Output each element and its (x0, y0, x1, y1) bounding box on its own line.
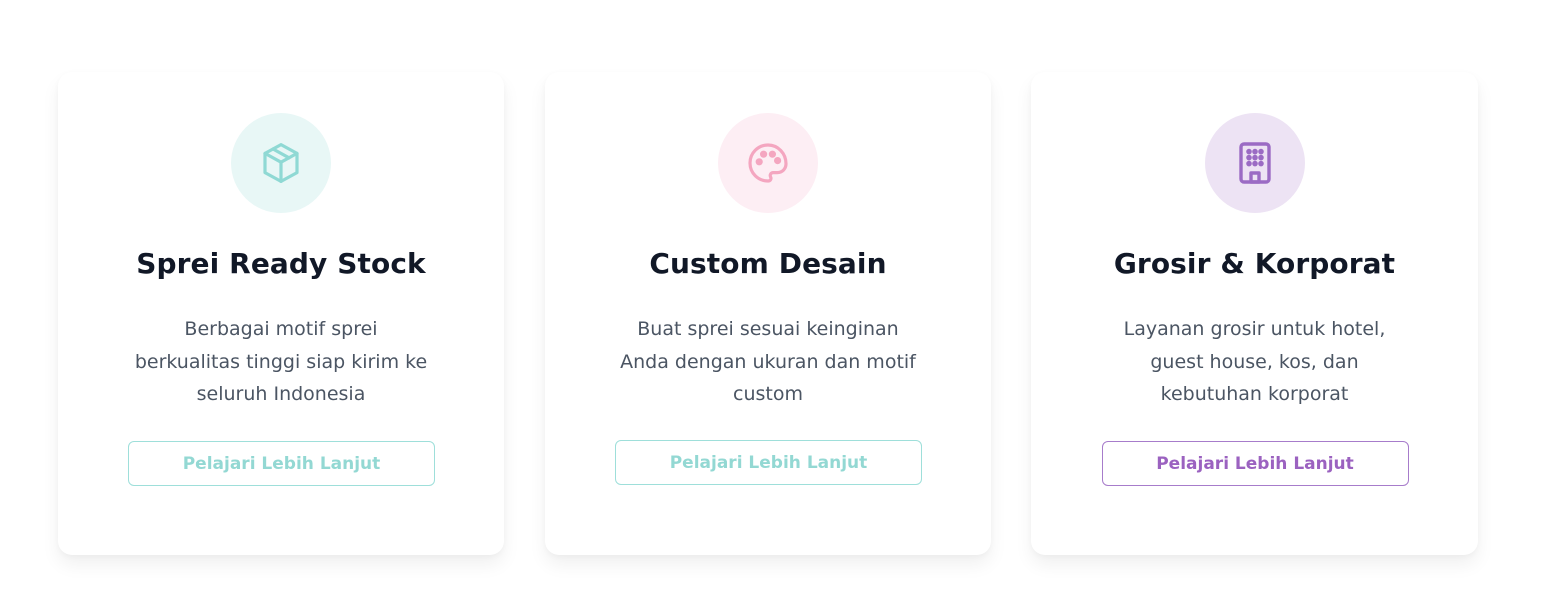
palette-icon-circle (718, 113, 818, 213)
card-title: Sprei Ready Stock (136, 247, 426, 280)
learn-more-button[interactable]: Pelajari Lebih Lanjut (615, 440, 922, 485)
card-wholesale-corporate: Grosir & Korporat Layanan grosir untuk h… (1031, 72, 1478, 555)
card-title: Custom Desain (649, 247, 887, 280)
card-title: Grosir & Korporat (1113, 247, 1396, 280)
palette-icon (748, 143, 788, 183)
service-cards: Sprei Ready Stock Berbagai motif sprei b… (0, 0, 1552, 613)
building-icon (1238, 142, 1271, 184)
card-description: Berbagai motif sprei berkualitas tinggi … (134, 318, 428, 405)
card-custom-design: Custom Desain Buat sprei sesuai keingina… (545, 72, 991, 555)
learn-more-button[interactable]: Pelajari Lebih Lanjut (128, 441, 435, 486)
card-description: Buat sprei sesuai keinginan Anda dengan … (620, 318, 916, 405)
building-icon-circle (1204, 113, 1305, 213)
box-icon (263, 143, 299, 183)
box-icon-circle (231, 113, 331, 213)
learn-more-button[interactable]: Pelajari Lebih Lanjut (1101, 441, 1409, 486)
card-description: Layanan grosir untuk hotel, guest house,… (1123, 318, 1386, 405)
card-ready-stock: Sprei Ready Stock Berbagai motif sprei b… (58, 72, 504, 555)
